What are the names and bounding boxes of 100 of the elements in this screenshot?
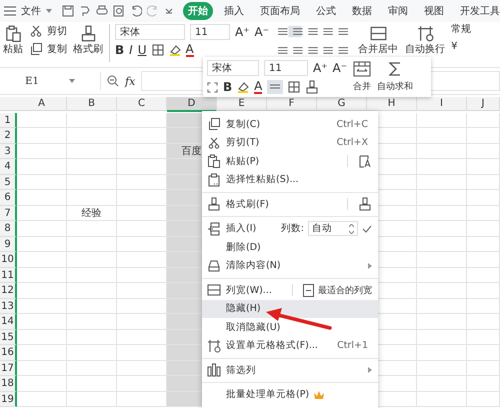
column-header[interactable]: B [67,97,117,111]
menu-item-label: 删除(D) [226,240,261,254]
menu-item-label: 隐藏(H) [226,302,261,316]
menu-item[interactable]: 选择性粘贴(S)... [202,170,378,189]
copy-button[interactable]: 复制 [29,42,67,56]
row-header[interactable]: 13 [0,298,17,314]
number-format-select[interactable]: 常规 [451,24,472,35]
column-header[interactable]: E [217,97,267,111]
menu-item[interactable]: 筛选列 [202,361,378,380]
menu-item[interactable]: 复制(C) Ctrl+C [202,115,378,134]
text-style-button[interactable]: I [129,43,133,57]
font-size-select[interactable]: 11 [264,60,308,76]
column-header[interactable]: G [317,97,367,111]
font-size-button[interactable]: A⁺ [235,25,250,39]
row-header[interactable]: 10 [0,252,17,268]
row-header[interactable]: 15 [0,330,17,345]
menu-item-label: 设置单元格格式(F)... [226,339,318,352]
menu-item-label: 插入(I) [226,222,256,236]
column-header[interactable]: F [267,97,317,111]
autofit-width-option[interactable]: 最适合的列宽 [318,284,372,297]
column-header[interactable]: J [467,97,500,111]
menu-item-label: 列宽(W)... [226,284,272,297]
menu-item[interactable]: 列宽(W)... 最适合的列宽 [202,281,378,300]
row-header[interactable]: 4 [0,159,17,174]
ribbon-tab[interactable]: 插入 [219,2,249,20]
menu-item[interactable]: 设置单元格格式(F)... Ctrl+1 [202,336,378,355]
shortcut-text: Ctrl+C [336,118,368,130]
menu-item[interactable]: 删除(D) [202,238,378,256]
shortcut-text: Ctrl+X [336,137,368,148]
menu-item[interactable]: 取消隐藏(U) [202,318,378,336]
column-header[interactable]: C [117,97,167,111]
font-size-button[interactable]: A⁻ [254,25,270,39]
function-button[interactable]: fx [125,74,136,88]
menu-item[interactable]: 批量处理单元格(P) [202,386,378,404]
row-header[interactable]: 11 [0,268,17,283]
paste-label: 粘贴 [3,44,23,55]
row-header[interactable]: 17 [0,360,17,376]
table-cell: 经验 [67,206,117,221]
merge-button[interactable]: 合并 [353,80,372,93]
merge-center-label: 合并居中 [358,44,398,55]
menu-item[interactable]: 隐藏(H) [202,300,378,318]
row-header[interactable]: 3 [0,144,17,159]
shortcut-text: Ctrl+1 [337,340,368,352]
ribbon-tab[interactable]: 公式 [311,2,341,20]
name-box[interactable]: E1 [0,72,101,90]
ribbon-tab[interactable]: 审阅 [383,2,413,20]
row-header[interactable]: 9 [0,236,17,252]
file-menu[interactable]: 文件 [21,4,41,18]
wrap-text-button[interactable]: 自动换行 [404,24,446,56]
row-header[interactable]: 2 [0,128,17,144]
wrap-text-label: 自动换行 [405,44,446,55]
font-color-button[interactable]: A [254,80,262,94]
row-header[interactable]: 1 [0,112,17,128]
currency-button[interactable]: ¥ [451,41,472,52]
row-header[interactable]: 14 [0,314,17,330]
row-header[interactable]: 12 [0,283,17,298]
font-size-button[interactable]: A⁺ [313,61,328,75]
menu-item-label: 选择性粘贴(S)... [226,173,299,186]
menu-item-label: 格式刷(F) [226,198,269,211]
menu-item[interactable]: 清除内容(N) [202,256,378,275]
menu-item[interactable]: 格式刷(F) [202,195,378,214]
font-size-button[interactable]: A⁻ [332,61,348,75]
row-header[interactable]: 7 [0,206,17,221]
format-painter-button[interactable]: 格式刷 [72,24,104,56]
row-header[interactable]: 5 [0,174,17,190]
paste-button[interactable]: 粘贴 [2,24,24,56]
bold-button[interactable]: B [223,80,232,94]
row-header[interactable]: 18 [0,376,17,392]
menu-item[interactable]: 插入(I) 列数: 自动 [202,220,378,238]
menu-item-label: 粘贴(P) [226,154,260,168]
font-select[interactable]: 宋体 [115,24,185,40]
menu-item-label: 筛选列 [226,364,256,377]
menu-item-label: 批量处理单元格(P) [226,388,310,402]
ribbon-tab[interactable]: 数据 [347,2,377,20]
row-header[interactable]: 8 [0,221,17,236]
text-style-button[interactable]: B [115,43,124,57]
row-header[interactable]: 6 [0,190,17,206]
menu-item-label: 复制(C) [226,118,260,131]
column-header[interactable]: H [367,97,417,111]
text-style-button[interactable]: U [138,43,146,57]
row-header[interactable]: 19 [0,392,17,407]
menu-item-label: 剪切(T) [226,136,260,150]
font-color-button[interactable]: A [186,43,194,57]
cut-button[interactable]: 剪切 [29,24,67,38]
column-count-field[interactable]: 自动 [308,221,358,236]
font-select[interactable]: 宋体 [207,60,259,76]
font-size-select[interactable]: 11 [190,24,230,40]
ribbon-tab[interactable]: 开发工具 [455,2,500,20]
ribbon-tab[interactable]: 页面布局 [255,2,305,20]
column-count-label: 列数: [280,222,304,236]
column-header[interactable]: I [417,97,467,111]
row-header[interactable]: 16 [0,345,17,360]
format-painter-label: 格式刷 [73,44,103,55]
menu-item-label: 取消隐藏(U) [226,320,280,334]
autosum-button[interactable]: 自动求和 [377,80,414,93]
menu-item-label: 清除内容(N) [226,259,281,272]
column-header[interactable]: A [17,97,67,111]
merge-center-button[interactable]: 合并居中 [357,24,400,56]
ribbon-tab[interactable]: 视图 [419,2,449,20]
column-header[interactable]: D [167,97,217,112]
